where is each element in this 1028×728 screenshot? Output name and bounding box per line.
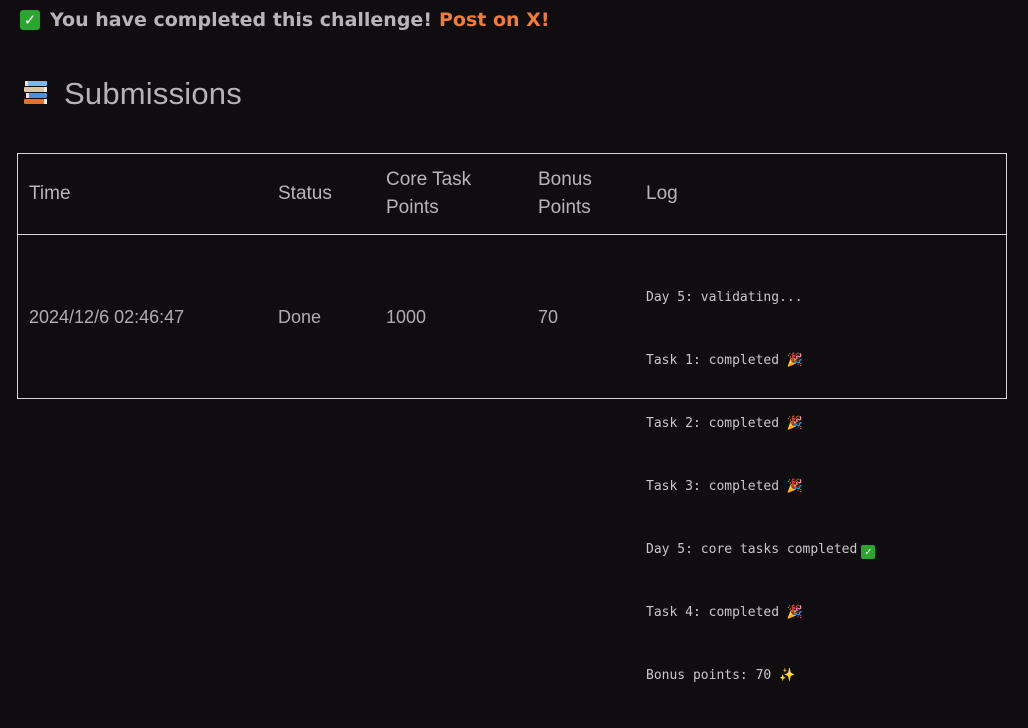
party-popper-icon: 🎉	[786, 479, 804, 494]
log-line: Task 3: completed 🎉	[646, 479, 804, 494]
column-header-bonus-points: Bonus Points	[538, 169, 592, 218]
column-header-time: Time	[29, 183, 71, 204]
log-line: Day 5: core tasks completed ✓	[646, 539, 876, 560]
cell-core-points: 1000	[386, 307, 427, 327]
post-on-x-link[interactable]: Post on X!	[439, 9, 550, 31]
log-line: Day 5: validating...	[646, 290, 803, 305]
books-icon	[22, 78, 50, 110]
log-line: Task 1: completed 🎉	[646, 353, 804, 368]
sparkles-icon: ✨	[779, 668, 796, 683]
column-header-log: Log	[646, 183, 678, 204]
table-row: 2024/12/6 02:46:47 Done 1000 70 Day 5: v…	[18, 235, 1006, 683]
party-popper-icon: 🎉	[786, 605, 804, 620]
submissions-table: Time Status Core Task Points Bonus Point…	[17, 153, 1007, 683]
check-mark-button-icon: ✓	[861, 545, 876, 559]
party-popper-icon: 🎉	[786, 353, 804, 368]
column-header-core-task-points: Core Task Points	[386, 169, 472, 218]
cell-status: Done	[278, 307, 322, 327]
log-line: Task 2: completed 🎉	[646, 416, 804, 431]
cell-time: 2024/12/6 02:46:47	[29, 307, 185, 327]
completion-banner: ✓ You have completed this challenge! Pos…	[20, 7, 550, 33]
check-mark-button-icon: ✓	[20, 10, 40, 30]
cell-log: Day 5: validating... Task 1: completed 🎉…	[646, 245, 876, 728]
party-popper-icon: 🎉	[786, 416, 804, 431]
submissions-heading: Submissions	[22, 72, 242, 116]
page-title: Submissions	[64, 76, 242, 111]
cell-bonus-points: 70	[538, 307, 559, 327]
completion-message: You have completed this challenge!	[50, 9, 432, 31]
column-header-status: Status	[278, 183, 332, 204]
log-line: Task 4: completed 🎉	[646, 605, 804, 620]
log-line: Bonus points: 70 ✨	[646, 668, 796, 683]
table-header: Time Status Core Task Points Bonus Point…	[18, 154, 1006, 235]
